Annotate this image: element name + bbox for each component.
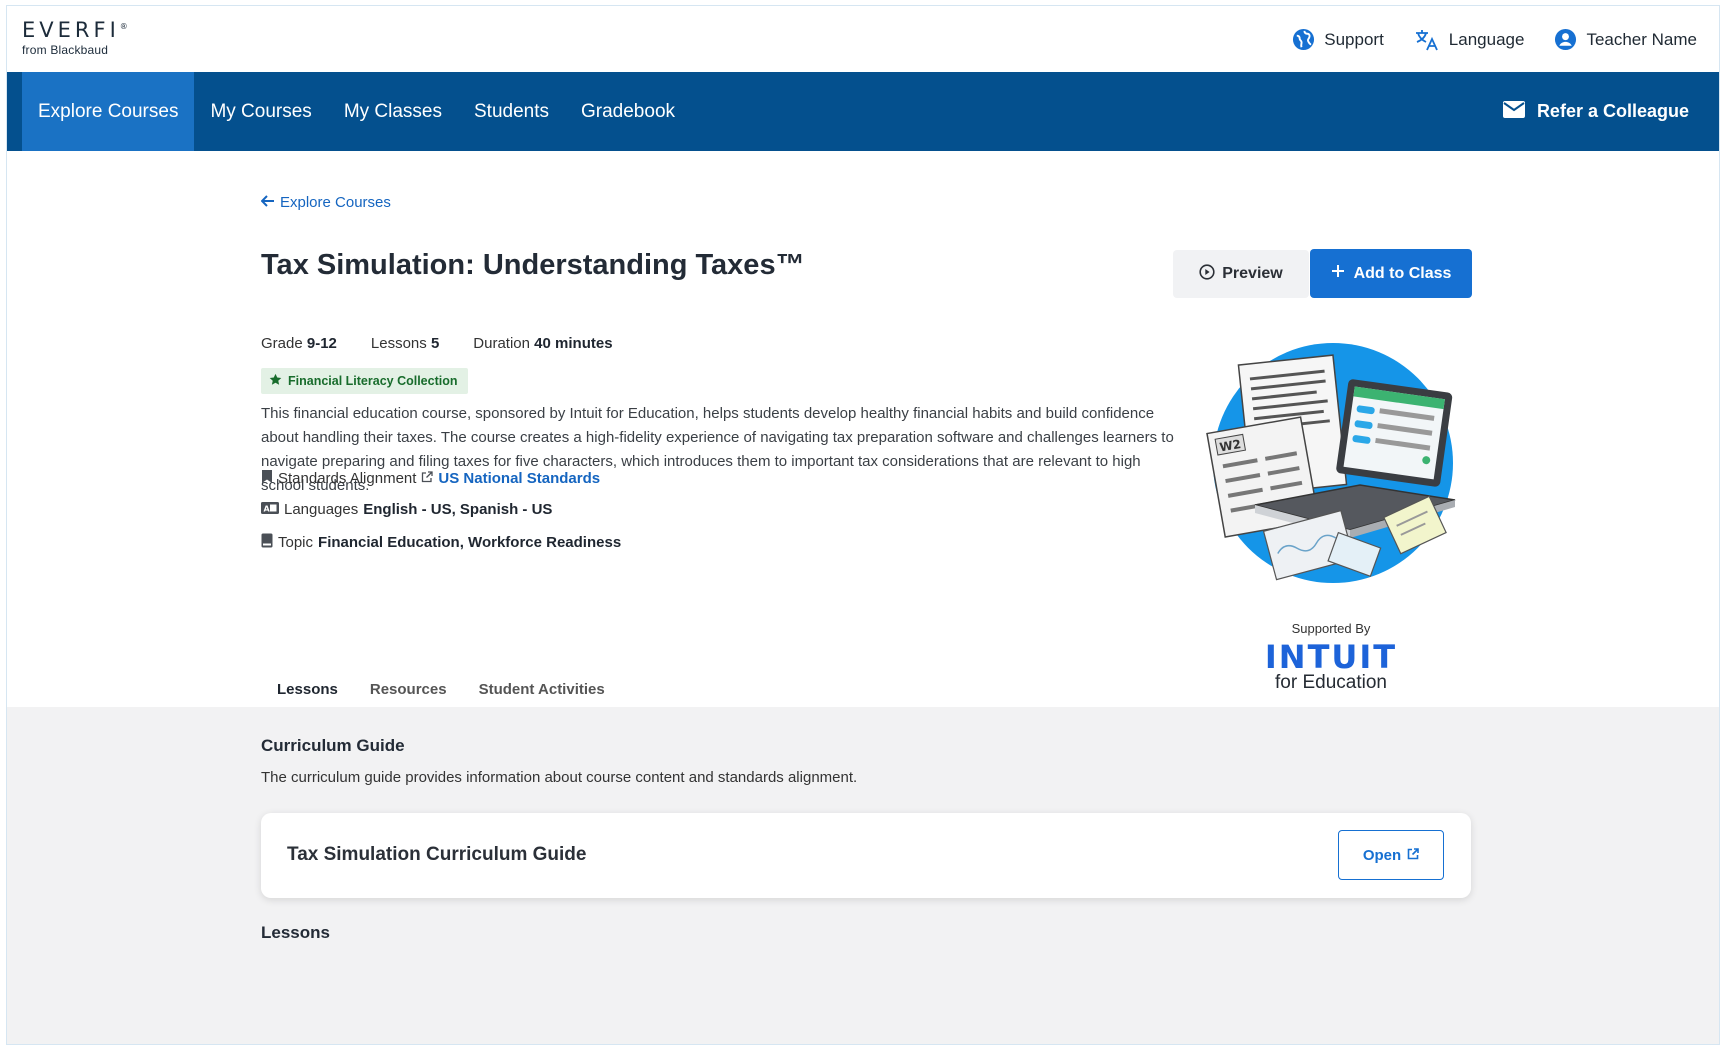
svg-text:A: A [264,505,271,514]
supported-by-label: Supported By [1291,621,1371,636]
nav-my-classes[interactable]: My Classes [328,72,458,151]
languages-value: English - US, Spanish - US [363,501,553,518]
refer-label: Refer a Colleague [1536,101,1689,121]
brand-name: EVERFI [22,18,120,42]
topic-row: Topic Financial Education, Workforce Rea… [261,533,621,552]
tab-student-activities[interactable]: Student Activities [463,671,621,708]
topic-value: Financial Education, Workforce Readiness [318,534,622,551]
intuit-for-education-logo: INTUIT for Education [1241,641,1421,693]
lessons-meta: Lessons 5 [371,335,439,352]
external-link-icon [421,470,434,487]
duration-value: 40 minutes [534,335,613,352]
translate-icon [1414,28,1440,52]
arrow-left-icon [260,194,275,211]
language-badge-icon: A [261,501,279,518]
bookmark-icon [261,469,273,488]
star-icon [269,373,282,389]
language-label: Language [1448,29,1525,49]
external-link-icon [1407,847,1419,864]
language-link[interactable]: Language [1414,28,1525,52]
globe-icon [1292,28,1315,51]
standards-row: Standards Alignment US National Standard… [261,469,600,488]
brand-tagline: from Blackbaud [22,43,109,57]
registered-mark: ® [119,22,128,31]
curriculum-guide-heading: Curriculum Guide [261,736,405,755]
preview-button[interactable]: Preview [1173,250,1309,298]
languages-label: Languages [284,501,359,518]
plus-icon [1331,264,1345,283]
top-header: EVERFI® from Blackbaud Support Language [7,6,1719,73]
course-tabs: Lessons Resources Student Activities [261,671,621,711]
support-label: Support [1324,29,1384,49]
play-circle-icon [1199,263,1215,285]
course-illustration: W2 [1200,335,1470,605]
course-title: Tax Simulation: Understanding Taxes™ [261,249,805,281]
everfi-logo[interactable]: EVERFI® from Blackbaud [22,18,128,57]
duration-label: Duration [473,335,530,352]
user-name: Teacher Name [1586,29,1697,49]
envelope-icon [1502,100,1525,123]
nav-explore-courses[interactable]: Explore Courses [22,72,195,151]
languages-row: A Languages English - US, Spanish - US [261,501,552,518]
nav-my-courses[interactable]: My Courses [194,72,327,151]
add-to-class-label: Add to Class [1353,264,1452,282]
nav-gradebook[interactable]: Gradebook [565,72,691,151]
tab-resources[interactable]: Resources [354,671,463,708]
user-menu[interactable]: Teacher Name [1554,28,1697,51]
nav-items: Explore Courses My Courses My Classes St… [22,72,691,151]
curriculum-guide-description: The curriculum guide provides informatio… [261,769,858,786]
book-icon [261,533,273,552]
support-link[interactable]: Support [1292,28,1384,51]
grade-meta: Grade 9-12 [261,335,337,352]
sponsor-name: INTUIT [1264,638,1398,676]
utility-menu: Support Language Teacher Name [1292,6,1697,73]
badge-label: Financial Literacy Collection [288,374,458,388]
lessons-value: 5 [430,335,440,352]
app-frame: EVERFI® from Blackbaud Support Language [6,5,1720,1045]
nav-students[interactable]: Students [458,72,565,151]
refer-colleague-link[interactable]: Refer a Colleague [1502,72,1689,151]
back-to-explore-link[interactable]: Explore Courses [260,194,391,211]
curriculum-guide-card-title: Tax Simulation Curriculum Guide [287,844,587,865]
grade-label: Grade [261,335,303,352]
duration-meta: Duration 40 minutes [473,335,612,352]
tab-lessons[interactable]: Lessons [261,671,354,711]
course-meta: Grade 9-12 Lessons 5 Duration 40 minutes [261,335,613,352]
user-avatar-icon [1554,28,1577,51]
add-to-class-button[interactable]: Add to Class [1310,249,1472,298]
preview-label: Preview [1222,265,1283,282]
main-navigation: Explore Courses My Courses My Classes St… [7,72,1719,151]
topic-label: Topic [278,534,314,551]
collection-badge: Financial Literacy Collection [261,368,468,394]
lessons-heading: Lessons [261,923,330,942]
standards-link[interactable]: US National Standards [438,470,600,487]
standards-label: Standards Alignment [278,470,417,487]
grade-value: 9-12 [306,335,337,352]
curriculum-guide-card: Tax Simulation Curriculum Guide Open [261,813,1471,898]
back-link-label: Explore Courses [280,194,391,211]
lessons-label: Lessons [370,335,427,352]
sponsor-sub: for Education [1275,672,1387,693]
open-curriculum-guide-button[interactable]: Open [1338,830,1444,880]
open-label: Open [1362,846,1402,864]
